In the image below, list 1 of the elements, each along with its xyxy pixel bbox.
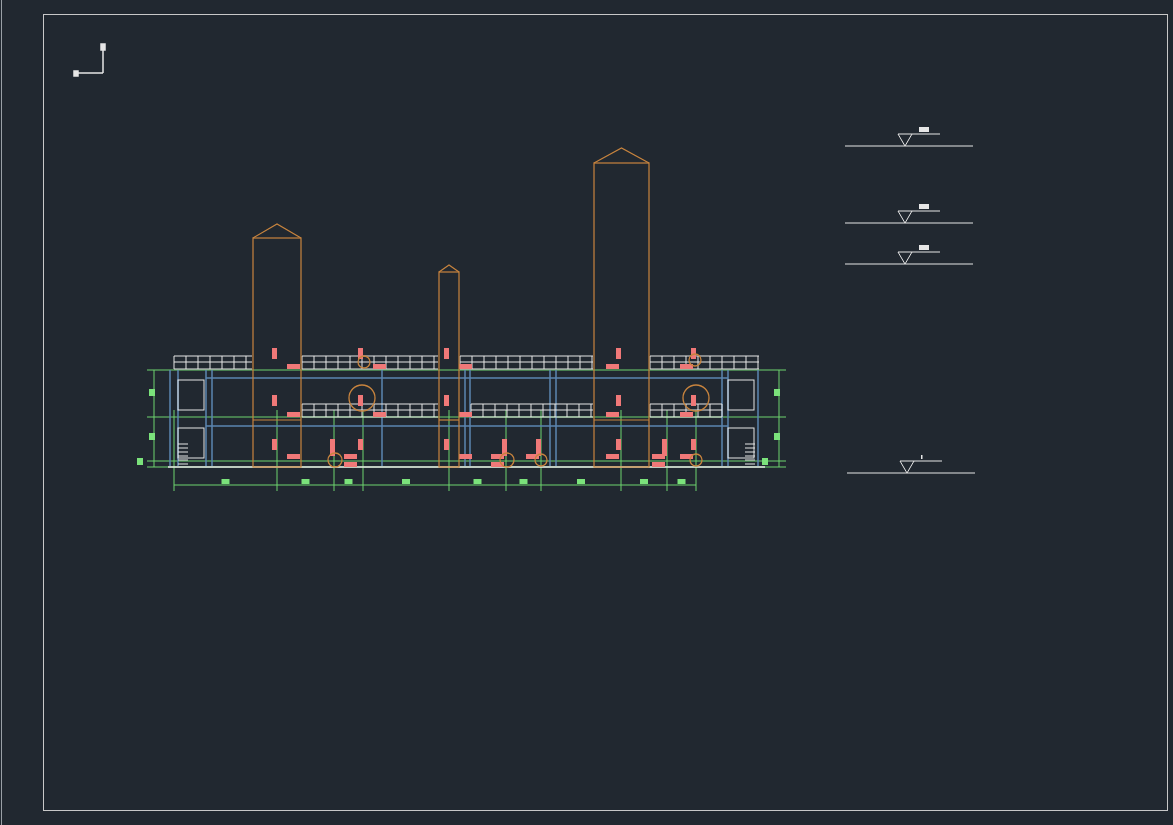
ucs-icon: [73, 43, 106, 77]
